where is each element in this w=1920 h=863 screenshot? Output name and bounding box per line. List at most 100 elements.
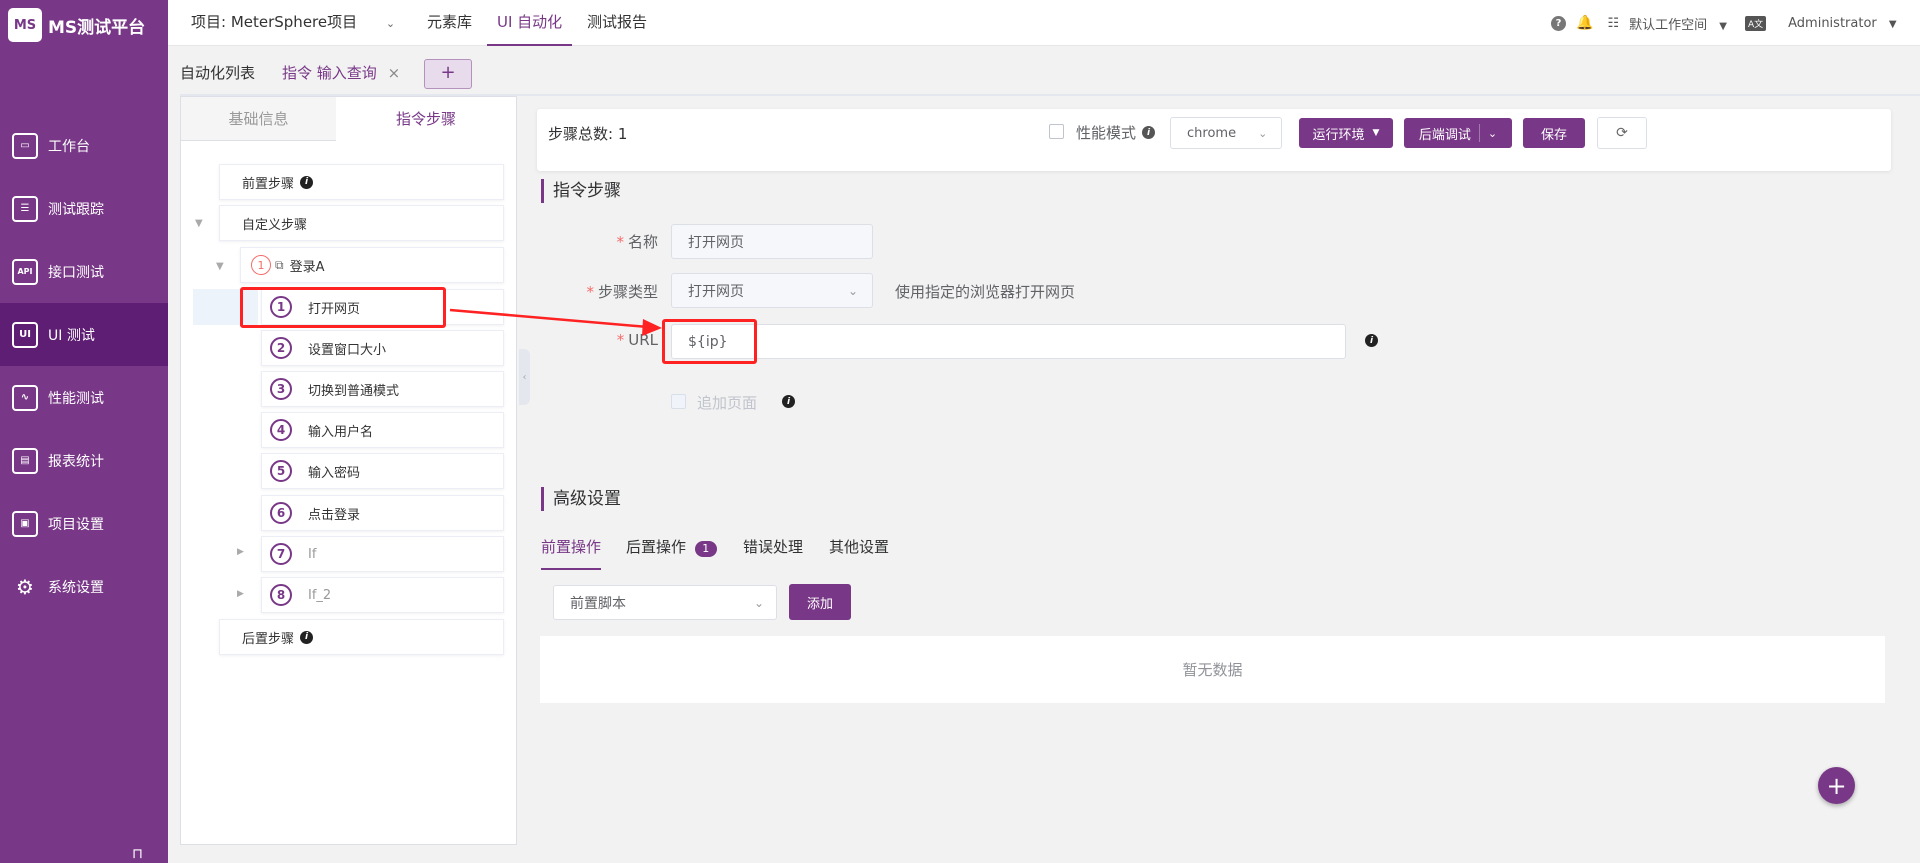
step-index: 4 [270,419,292,441]
step-if[interactable]: 7 If [261,536,504,572]
panel-resize-handle[interactable]: ‹ [519,349,530,405]
tab-label: 指令 输入查询 [282,64,377,82]
name-field[interactable]: 打开网页 [671,224,873,259]
close-icon[interactable]: × [388,64,401,82]
tab-command-steps[interactable]: 指令步骤 [336,97,516,141]
tab-basic-info[interactable]: 基础信息 [181,97,336,141]
post-steps-item[interactable]: 后置步骤 i [219,619,504,655]
expand-icon[interactable]: ▼ [216,261,224,272]
custom-steps-item[interactable]: 自定义步骤 [219,205,504,241]
language-icon[interactable]: A文 [1744,15,1767,31]
pre-script-value: 前置脚本 [570,595,626,612]
sidebar-item-label: 项目设置 [48,516,104,533]
empty-state: 暂无数据 [540,636,1885,703]
perf-mode-checkbox[interactable] [1049,124,1064,139]
step-input-username[interactable]: 4 输入用户名 [261,412,504,448]
info-icon: i [782,395,795,408]
caret-down-icon: ▼ [1888,18,1897,30]
group-login-a[interactable]: 1 ⧉ 登录A [240,247,504,283]
refresh-button[interactable]: ⟳ [1597,117,1647,149]
step-label: 输入密码 [308,465,361,481]
tab-active-command[interactable]: 指令 输入查询 × [282,62,400,83]
perf-mode-text: 性能模式 [1076,124,1137,142]
project-selector[interactable]: 项目: MeterSphere项目 ⌄ [191,0,395,46]
step-index: 8 [270,584,292,606]
sidebar-item-performance[interactable]: ∿ 性能测试 [0,366,168,429]
count-badge: 1 [694,541,717,557]
user-name: Administrator [1788,15,1877,31]
step-label: 输入用户名 [308,424,374,440]
group-label: 登录A [289,259,325,275]
pre-script-select[interactable]: 前置脚本 ⌄ [553,585,777,620]
step-label: If [308,546,317,562]
tab-other-settings[interactable]: 其他设置 [829,536,889,570]
backend-debug-label: 后端调试 [1418,127,1471,143]
sidebar-item-system-settings[interactable]: ⚙ 系统设置 [0,555,168,618]
sidebar-item-label: 接口测试 [48,264,104,281]
tab-automation-list[interactable]: 自动化列表 [180,62,255,83]
monitor-icon: ▭ [12,132,38,159]
logo-icon: MS [8,8,42,42]
step-type-select[interactable]: 打开网页 ⌄ [671,273,873,308]
backend-debug-button[interactable]: 后端调试 ⌄ [1404,118,1512,148]
sidebar-item-workbench[interactable]: ▭ 工作台 [0,114,168,177]
gear-icon: ⚙ [16,574,34,599]
workspace-selector[interactable]: 默认工作空间 ▼ [1629,14,1727,33]
api-icon: API [12,258,38,285]
chevron-down-icon: ⌄ [847,283,858,298]
arrow-line [449,308,649,329]
group-index: 1 [251,255,271,275]
info-icon: i [300,175,314,189]
tab-post-label: 后置操作 [626,538,687,556]
step-label: 切换到普通模式 [308,383,400,399]
sidebar-item-project-settings[interactable]: ▣ 项目设置 [0,492,168,555]
sidebar-item-ui-test[interactable]: UI UI 测试 [0,303,168,366]
sidebar-item-reports[interactable]: ▤ 报表统计 [0,429,168,492]
browser-select[interactable]: chrome ⌄ [1170,117,1282,149]
sidebar-item-label: 测试跟踪 [48,201,104,218]
link-icon: ⧉ [275,257,284,272]
nav-test-reports[interactable]: 测试报告 [587,0,647,46]
pre-steps-item[interactable]: 前置步骤 i [219,164,504,200]
expand-icon[interactable]: ▼ [195,218,203,229]
help-icon[interactable]: ? [1551,15,1566,31]
url-field[interactable]: ${ip} [671,324,1346,359]
add-button[interactable]: 添加 [789,584,851,620]
step-index: 3 [270,378,292,400]
info-icon: i [1365,334,1378,347]
add-floating-button[interactable]: + [1818,767,1855,804]
tab-post-operation[interactable]: 后置操作 1 [626,536,717,570]
step-switch-mode[interactable]: 3 切换到普通模式 [261,371,504,407]
step-click-login[interactable]: 6 点击登录 [261,495,504,531]
nav-element-library[interactable]: 元素库 [427,0,472,46]
step-input-password[interactable]: 5 输入密码 [261,453,504,489]
bell-icon[interactable]: 🔔 [1576,15,1593,31]
nav-ui-automation[interactable]: UI 自动化 [487,0,573,46]
app-logo[interactable]: MS MS测试平台 [8,8,145,42]
step-if-2[interactable]: 8 If_2 [261,577,504,613]
sidebar-item-api-test[interactable]: API 接口测试 [0,240,168,303]
arrow-head [642,319,662,336]
run-env-button[interactable]: 运行环境 ▼ [1299,118,1393,148]
expand-right-icon[interactable]: ▶ [237,589,244,599]
tab-pre-operation[interactable]: 前置操作 [541,536,602,570]
step-label: 点击登录 [308,507,361,523]
add-tab-button[interactable]: + [424,59,472,89]
perf-mode-label: 性能模式 i [1076,122,1156,143]
expand-right-icon[interactable]: ▶ [237,547,244,557]
chevron-down-icon: ⌄ [1487,126,1498,140]
tab-error-handling[interactable]: 错误处理 [743,536,803,570]
pin-icon[interactable]: ⊓ [132,846,143,862]
step-type-label: * 步骤类型 [586,283,658,301]
name-label-text: 名称 [627,233,658,251]
annotation-highlight-step [240,287,446,328]
step-label: If_2 [308,587,332,603]
info-icon: i [300,630,314,644]
user-menu[interactable]: Administrator ▼ [1788,16,1896,31]
save-button[interactable]: 保存 [1523,118,1585,148]
append-page-checkbox[interactable] [671,394,686,409]
append-page-label: 追加页面 [697,394,758,412]
header-tools: ? 🔔 ☷ 默认工作空间 ▼ A文 Administrator ▼ [1551,0,1897,46]
panel-tabs: 基础信息 指令步骤 [181,97,516,141]
sidebar-item-test-track[interactable]: ☰ 测试跟踪 [0,177,168,240]
